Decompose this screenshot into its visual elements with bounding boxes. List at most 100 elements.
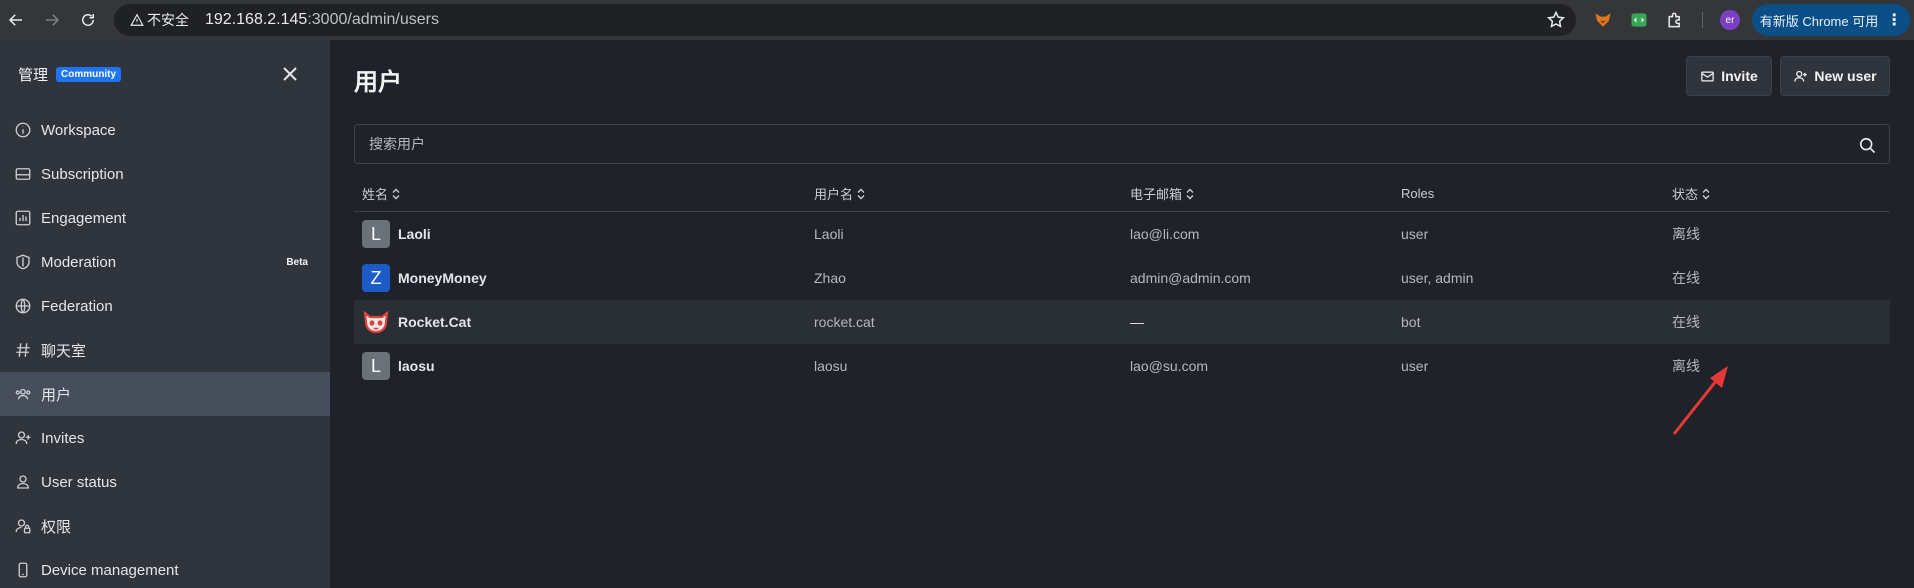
beta-badge: Beta: [286, 256, 308, 268]
toolbar-divider: [1702, 12, 1703, 28]
sidebar-item-permissions[interactable]: 权限: [0, 504, 330, 548]
sidebar-item-federation[interactable]: Federation: [0, 284, 330, 328]
edition-badge: Community: [56, 66, 122, 82]
user-roles: user: [1401, 226, 1429, 242]
sidebar-item-label: Invites: [41, 429, 85, 447]
chart-icon: [14, 209, 32, 227]
sidebar-item-label: Moderation: [41, 253, 117, 271]
url-text: 192.168.2.145:3000/admin/users: [205, 11, 439, 29]
chrome-update-button[interactable]: 有新版 Chrome 可用 ⋮: [1752, 4, 1910, 36]
annotation-arrow-icon: [1672, 366, 1728, 435]
forward-icon[interactable]: [38, 6, 66, 34]
users-page: 用户 Invite New user 姓名 用户名 电子邮箱 Roles 状态 …: [330, 40, 1914, 588]
sidebar-item-invites[interactable]: Invites: [0, 416, 330, 460]
user-username: Zhao: [814, 270, 846, 286]
avatar: L: [362, 352, 390, 380]
user-username: rocket.cat: [814, 314, 875, 330]
col-header-label: Roles: [1401, 186, 1435, 201]
page-title: 用户: [354, 69, 402, 96]
col-header-name[interactable]: 姓名: [362, 184, 401, 203]
sidebar-item-subscription[interactable]: Subscription: [0, 152, 330, 196]
col-header-username[interactable]: 用户名: [814, 184, 866, 203]
user-name: MoneyMoney: [398, 270, 487, 286]
sidebar-item-label: Federation: [41, 297, 113, 315]
sidebar-item-label: 权限: [41, 518, 72, 536]
rocket-cat-avatar-icon: [362, 308, 390, 336]
invite-label: Invite: [1721, 68, 1758, 84]
user-roles: bot: [1401, 314, 1421, 330]
browser-toolbar: 不安全 192.168.2.145:3000/admin/users er 有新…: [0, 0, 1914, 40]
user-roles: user: [1401, 358, 1429, 374]
user-email: lao@li.com: [1130, 226, 1200, 242]
sidebar-item-engagement[interactable]: Engagement: [0, 196, 330, 240]
fox-extension-icon[interactable]: [1592, 9, 1614, 31]
close-icon[interactable]: [278, 62, 302, 86]
sidebar-item-label: Engagement: [41, 209, 127, 227]
admin-sidebar: 管理 Community Workspace Subscription Enga…: [0, 40, 330, 588]
card-icon: [14, 165, 32, 183]
sort-icon: [1186, 188, 1194, 199]
col-header-label: 姓名: [362, 187, 389, 202]
user-name: laosu: [398, 358, 435, 374]
sidebar-item-label: Subscription: [41, 165, 124, 183]
address-bar[interactable]: 不安全 192.168.2.145:3000/admin/users: [114, 4, 1576, 36]
table-row[interactable]: Rocket.Cat rocket.cat — bot 在线: [354, 300, 1890, 344]
col-header-email[interactable]: 电子邮箱: [1130, 184, 1195, 203]
col-header-status[interactable]: 状态: [1672, 184, 1711, 203]
profile-avatar[interactable]: er: [1720, 10, 1740, 30]
table-row[interactable]: L Laoli Laoli lao@li.com user 离线: [354, 212, 1890, 256]
extensions-puzzle-icon[interactable]: [1664, 9, 1686, 31]
back-icon[interactable]: [2, 6, 30, 34]
search-box: [354, 124, 1890, 164]
avatar: Z: [362, 264, 390, 292]
reload-icon[interactable]: [74, 6, 102, 34]
info-icon: [14, 121, 32, 139]
sort-icon: [1702, 188, 1710, 199]
hash-icon: [14, 341, 32, 359]
user-status: 离线: [1672, 226, 1700, 242]
user-status: 在线: [1672, 314, 1700, 330]
user-email: —: [1130, 314, 1144, 330]
table-header: 姓名 用户名 电子邮箱 Roles 状态: [354, 176, 1890, 212]
sidebar-item-users[interactable]: 用户: [0, 372, 330, 416]
url-host: 192.168.2.145: [205, 11, 308, 28]
search-input[interactable]: [369, 136, 1849, 152]
new-user-button[interactable]: New user: [1780, 56, 1890, 96]
warning-icon: [130, 13, 144, 26]
sidebar-item-device-management[interactable]: Device management: [0, 548, 330, 588]
user-lock-icon: [14, 517, 32, 535]
team-icon: [14, 385, 32, 403]
mobile-icon: [14, 561, 32, 579]
sidebar-item-workspace[interactable]: Workspace: [0, 108, 330, 152]
security-chip[interactable]: 不安全: [124, 8, 197, 32]
user-name: Laoli: [398, 226, 431, 242]
sort-icon: [392, 188, 400, 199]
table-row[interactable]: L laosu laosu lao@su.com user 离线: [354, 344, 1890, 388]
user-roles: user, admin: [1401, 270, 1474, 286]
bookmark-star-icon[interactable]: [1546, 10, 1566, 30]
sidebar-item-rooms[interactable]: 聊天室: [0, 328, 330, 372]
invite-button[interactable]: Invite: [1686, 56, 1772, 96]
mail-icon: [1701, 71, 1714, 81]
sort-icon: [857, 188, 865, 199]
shield-icon: [14, 253, 32, 271]
search-icon[interactable]: [1857, 135, 1877, 155]
sidebar-item-moderation[interactable]: Moderation Beta: [0, 240, 330, 284]
sidebar-item-label: Workspace: [41, 121, 116, 139]
users-table: 姓名 用户名 电子邮箱 Roles 状态 L Laoli Laoli lao@l…: [354, 176, 1890, 388]
code-extension-icon[interactable]: [1628, 9, 1650, 31]
col-header-label: 状态: [1672, 187, 1699, 202]
sidebar-item-user-status[interactable]: User status: [0, 460, 330, 504]
sidebar-item-label: 用户: [41, 386, 72, 404]
sidebar-item-label: User status: [41, 473, 117, 491]
new-user-label: New user: [1814, 68, 1877, 84]
user-email: lao@su.com: [1130, 358, 1209, 374]
sidebar-nav: Workspace Subscription Engagement Modera…: [0, 108, 330, 588]
user-name: Rocket.Cat: [398, 314, 472, 330]
user-username: Laoli: [814, 226, 844, 242]
chrome-menu-icon[interactable]: ⋮: [1886, 10, 1902, 30]
globe-icon: [14, 297, 32, 315]
sidebar-header: 管理 Community: [0, 40, 330, 108]
table-row[interactable]: Z MoneyMoney Zhao admin@admin.com user, …: [354, 256, 1890, 300]
col-header-label: 用户名: [814, 187, 854, 202]
